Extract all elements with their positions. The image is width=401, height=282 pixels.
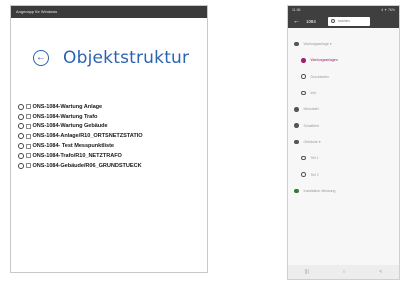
tree-item-label: ONS-1084-Wartung Anlage bbox=[32, 103, 103, 110]
tree-item-label: ONS-1084-Wartung Gebäude bbox=[32, 123, 108, 130]
app-bar: ← 1084 bbox=[288, 14, 399, 28]
tree-row[interactable]: ONS-1084-Anlage/R10_ORTSNETZSTATIO bbox=[18, 131, 206, 141]
window-title-bar: Angecapp für Windows bbox=[11, 6, 207, 18]
phone-tree-item[interactable]: Schaltfeld bbox=[288, 117, 399, 133]
phone-tree-item[interactable]: Teil 2 bbox=[288, 166, 399, 182]
back-button[interactable]: ← bbox=[33, 50, 49, 66]
tree-item-label: ONS-1084-Gebäude/R06_GRUNDSTUECK bbox=[32, 162, 142, 169]
status-time: 11:36 bbox=[292, 8, 301, 12]
tree-row[interactable]: ONS-1084-Gebäude/R06_GRUNDSTUECK bbox=[18, 161, 206, 171]
search-icon bbox=[331, 19, 335, 23]
phone-tree-item[interactable]: Druckstufen bbox=[288, 69, 399, 85]
node-dot-icon bbox=[301, 172, 306, 177]
back-nav-button[interactable]: < bbox=[379, 269, 382, 275]
phone-tree-label: Teil 2 bbox=[310, 172, 319, 177]
expand-toggle-icon[interactable] bbox=[18, 152, 24, 159]
tree-item-label: ONS-1084- Test Messpunktliste bbox=[32, 143, 115, 150]
phone-tree-label: Teil 1 bbox=[310, 156, 319, 161]
phone-tree-item[interactable]: Info bbox=[288, 85, 399, 101]
node-checkbox[interactable] bbox=[25, 143, 31, 149]
node-dot-icon bbox=[294, 107, 299, 112]
phone-tree-label: Wartungsanlagen bbox=[310, 58, 338, 63]
tree-item-label: ONS-1084-Wartung Trafo bbox=[32, 113, 98, 120]
node-dot-icon bbox=[301, 74, 306, 79]
page-title: Objektstruktur bbox=[63, 48, 190, 68]
tree-row[interactable]: ONS-1084-Wartung Trafo bbox=[18, 112, 206, 122]
node-checkbox[interactable] bbox=[25, 153, 31, 159]
tree-item-label: ONS-1084-Trafo/R10_NETZTRAFO bbox=[32, 152, 122, 159]
node-checkbox[interactable] bbox=[25, 104, 31, 110]
phone-tree-label: Installation Messung bbox=[303, 188, 336, 193]
phone-tree-label: Info bbox=[310, 91, 317, 96]
search-input[interactable] bbox=[338, 17, 368, 25]
phone-tree-item[interactable]: Installation Messung bbox=[288, 183, 399, 199]
node-checkbox[interactable] bbox=[25, 114, 31, 120]
android-phone: 11:36 4 ✦ 76% ← 1084 Wartungsanlage ▾War… bbox=[287, 5, 400, 280]
phone-tree-item[interactable]: Teil 1 bbox=[288, 150, 399, 166]
expand-toggle-icon[interactable] bbox=[18, 113, 24, 120]
phone-tree-item[interactable]: Wartungsanlage ▾ bbox=[288, 36, 399, 52]
search-box[interactable] bbox=[328, 16, 370, 26]
node-checkbox[interactable] bbox=[25, 163, 31, 169]
phone-tree-label: Schaltfeld bbox=[303, 123, 319, 128]
phone-tree-label: Druckstufen bbox=[310, 74, 330, 79]
back-arrow-icon: ← bbox=[36, 52, 46, 63]
android-nav-bar: ||| ○ < bbox=[288, 265, 399, 279]
node-dot-icon bbox=[301, 58, 306, 63]
expand-toggle-icon[interactable] bbox=[18, 123, 24, 130]
node-dot-icon bbox=[301, 90, 306, 96]
expand-toggle-icon[interactable] bbox=[18, 133, 24, 140]
expand-toggle-icon[interactable] bbox=[18, 162, 24, 169]
node-dot-icon bbox=[294, 123, 299, 128]
phone-tree-item[interactable]: Gebäude ▾ bbox=[288, 134, 399, 150]
windows-app-window: Angecapp für Windows ← Objektstruktur ON… bbox=[10, 5, 208, 273]
recent-apps-button[interactable]: ||| bbox=[305, 269, 309, 275]
status-icons: 4 ✦ 76% bbox=[381, 8, 395, 12]
tree-row[interactable]: ONS-1084- Test Messpunktliste bbox=[18, 141, 206, 151]
tree-row[interactable]: ONS-1084-Wartung Anlage bbox=[18, 102, 206, 112]
phone-tree-label: Gebäude ▾ bbox=[303, 139, 321, 144]
back-arrow-icon[interactable]: ← bbox=[293, 18, 301, 25]
object-tree: ONS-1084-Wartung Anlage ONS-1084-Wartung … bbox=[18, 102, 206, 171]
phone-tree-label: Messtafel bbox=[303, 107, 319, 112]
expand-toggle-icon[interactable] bbox=[18, 143, 24, 150]
phone-object-tree: Wartungsanlage ▾ Wartungsanlagen Druckstuf… bbox=[288, 36, 399, 199]
node-dot-icon bbox=[294, 188, 299, 194]
tree-row[interactable]: ONS-1084-Wartung Gebäude bbox=[18, 122, 206, 132]
expand-toggle-icon[interactable] bbox=[18, 103, 24, 110]
phone-tree-item[interactable]: Wartungsanlagen bbox=[288, 52, 399, 68]
node-dot-icon bbox=[294, 41, 299, 47]
node-checkbox[interactable] bbox=[25, 133, 31, 139]
tree-item-label: ONS-1084-Anlage/R10_ORTSNETZSTATIO bbox=[32, 133, 143, 140]
node-dot-icon bbox=[294, 139, 299, 145]
status-bar: 11:36 4 ✦ 76% bbox=[288, 6, 399, 14]
home-button[interactable]: ○ bbox=[342, 269, 345, 275]
node-dot-icon bbox=[301, 155, 306, 161]
phone-tree-item[interactable]: Messtafel bbox=[288, 101, 399, 117]
page-header: ← Objektstruktur bbox=[33, 46, 189, 70]
app-title: 1084 bbox=[306, 18, 316, 24]
phone-tree-label: Wartungsanlage ▾ bbox=[303, 42, 332, 47]
node-checkbox[interactable] bbox=[25, 123, 31, 129]
tree-row[interactable]: ONS-1084-Trafo/R10_NETZTRAFO bbox=[18, 151, 206, 161]
